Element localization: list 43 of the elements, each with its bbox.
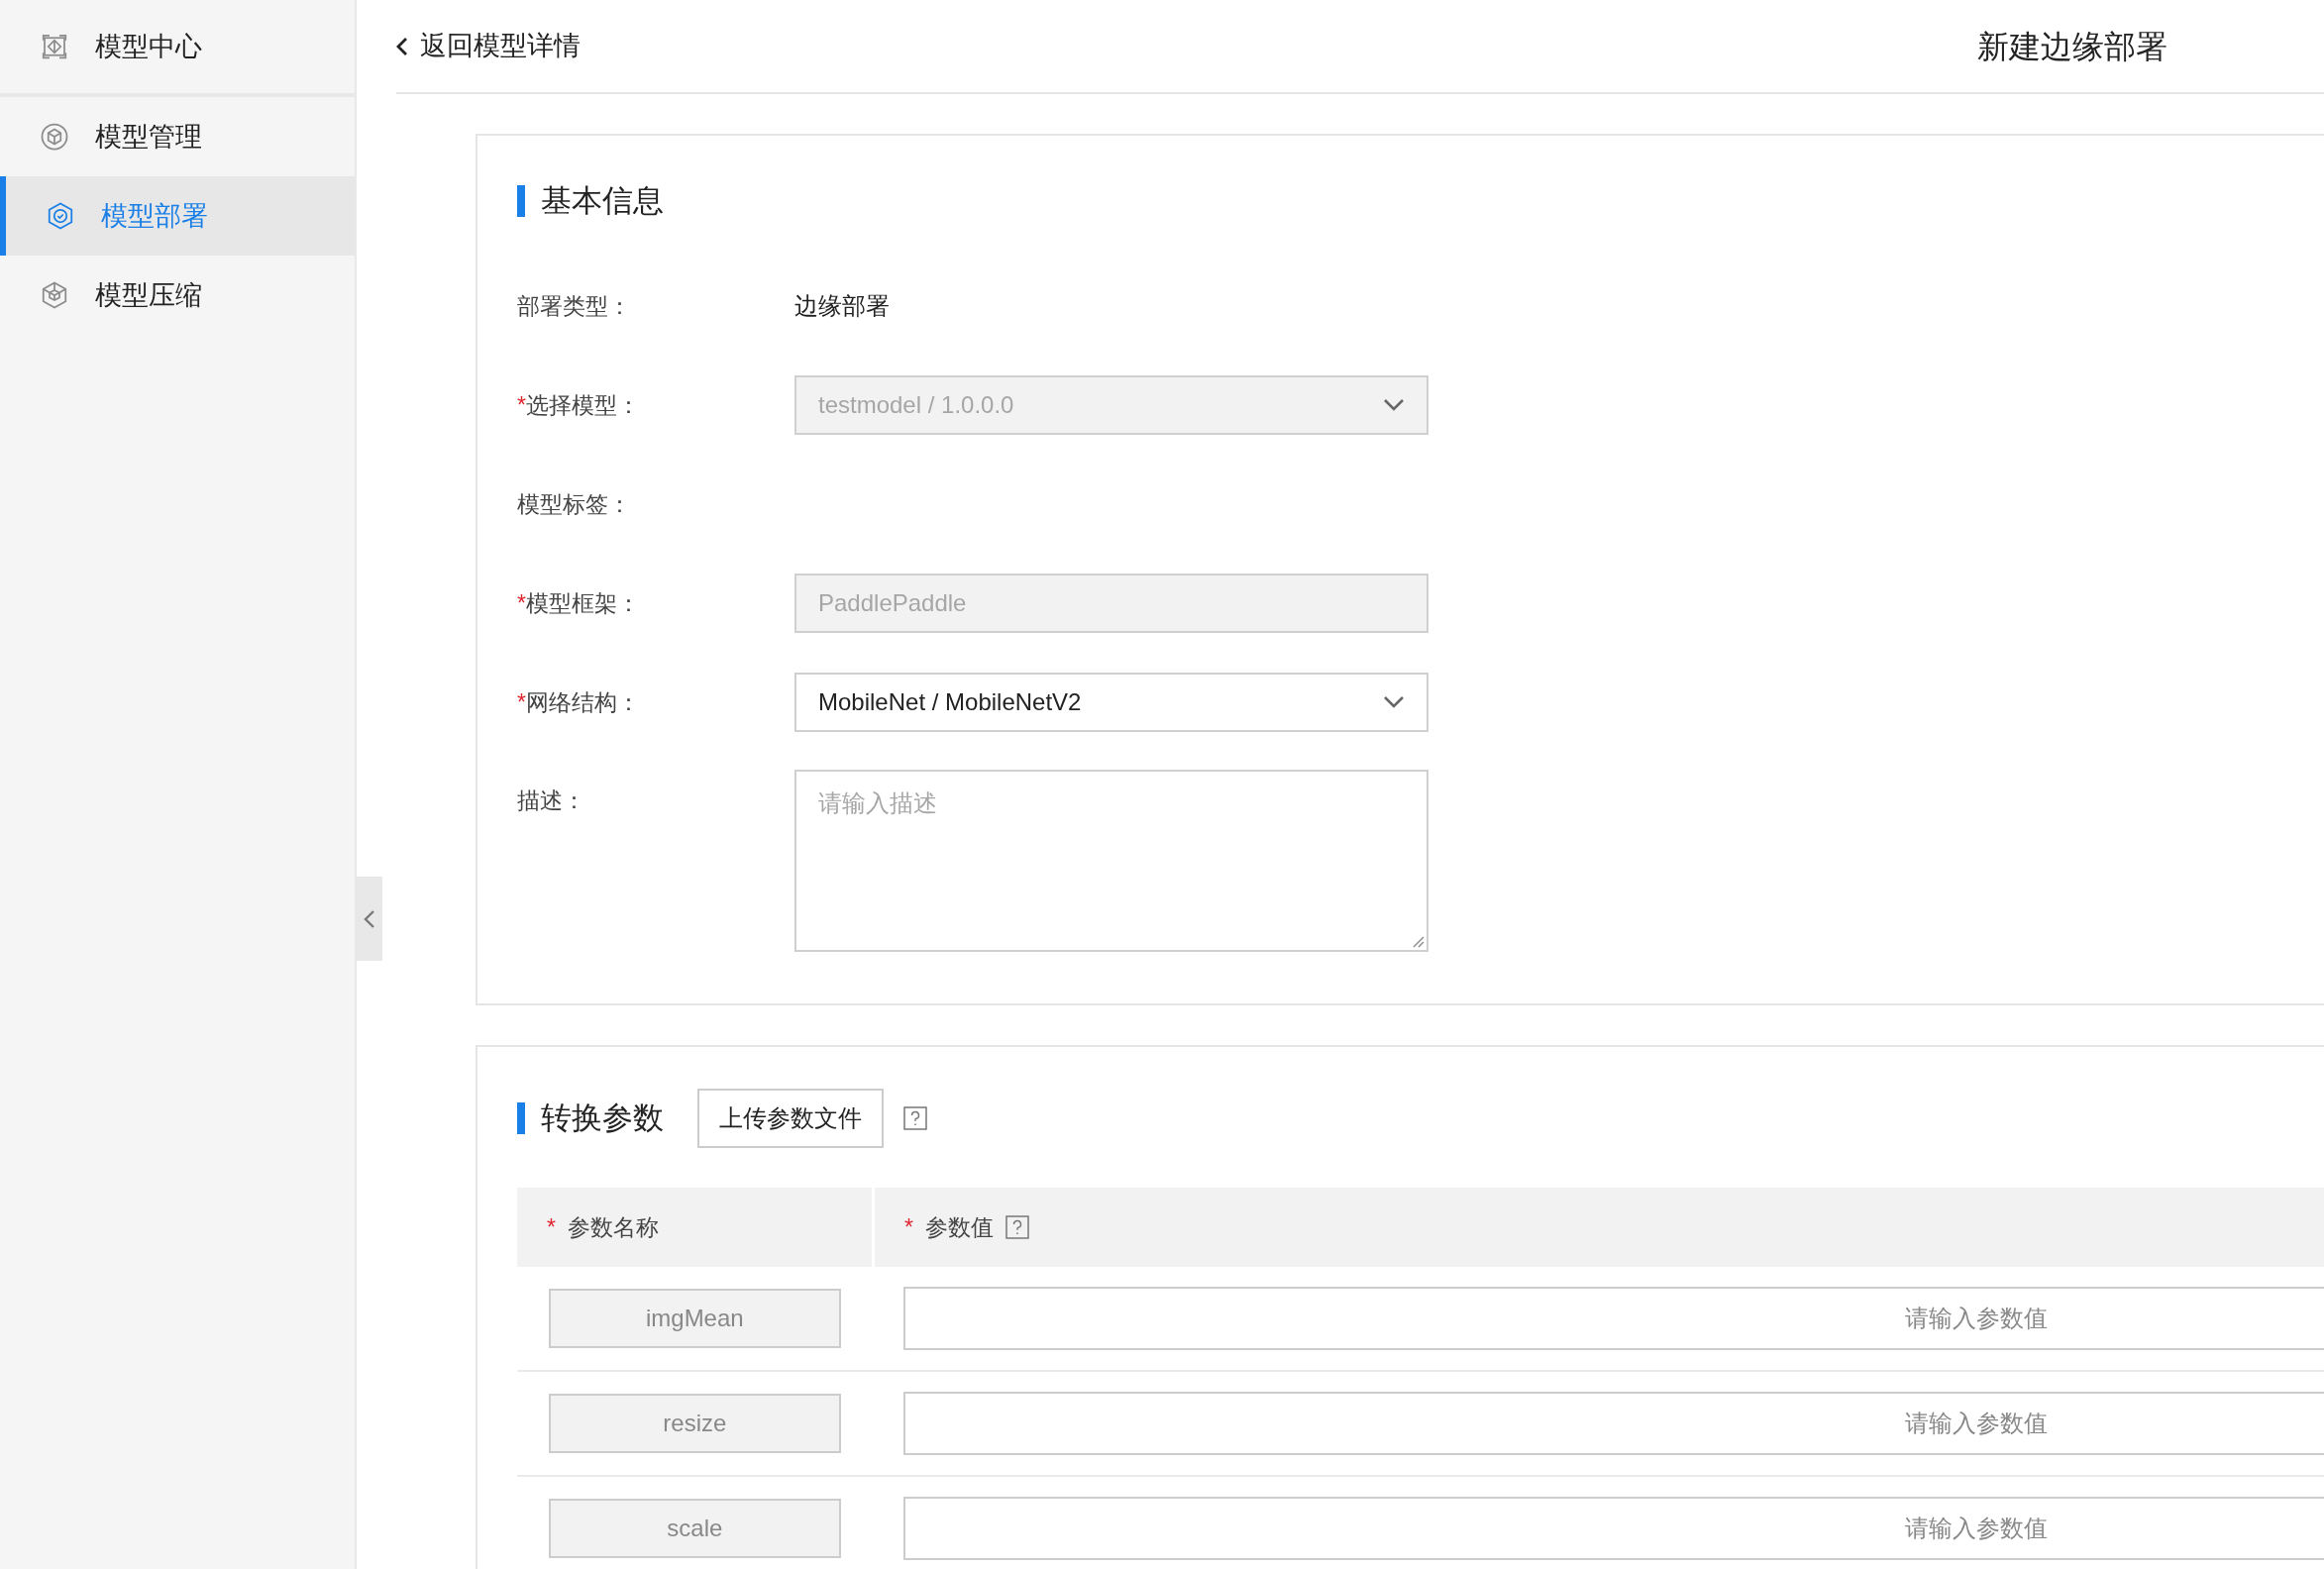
chevron-down-icon (1383, 695, 1405, 709)
back-link[interactable]: 返回模型详情 (396, 26, 581, 66)
field-label: 描述： (517, 786, 585, 815)
field-label: 部署类型： (517, 291, 631, 321)
field-label: 模型标签： (517, 489, 631, 519)
cube-circle-icon (40, 122, 69, 152)
sidebar-item[interactable]: 模型中心 (0, 0, 355, 93)
sidebar-item[interactable]: 模型管理 (0, 97, 355, 176)
hexagon-check-icon (46, 201, 75, 231)
cube-hexagon-icon (40, 280, 69, 310)
field-value: 边缘部署 (794, 291, 890, 321)
diamond-frame-icon (40, 32, 69, 61)
field-label: 选择模型： (525, 390, 640, 420)
resize-handle-icon[interactable] (1411, 934, 1425, 948)
page-title: 新建边缘部署 (1977, 27, 2167, 66)
sidebar-item[interactable]: 模型压缩 (0, 256, 355, 335)
chevron-down-icon (1383, 398, 1405, 412)
chevron-left-icon (396, 36, 408, 56)
parameter-name-field: scale (549, 1499, 841, 1558)
required-mark: * (547, 1212, 556, 1242)
required-mark: * (904, 1212, 913, 1242)
collapse-button[interactable] (356, 877, 382, 961)
help-icon[interactable] (903, 1106, 927, 1130)
section-title: 转换参数 (517, 1102, 664, 1134)
parameter-value-field[interactable]: 请输入参数值 (902, 1497, 2324, 1560)
required-mark: * (517, 687, 526, 717)
upload-button[interactable]: 上传参数文件 (697, 1089, 884, 1148)
parameter-value-field[interactable]: 请输入参数值 (902, 1392, 2324, 1455)
column-label: 参数值 (924, 1212, 994, 1242)
help-icon[interactable] (1004, 1215, 1029, 1239)
column-label: 参数名称 (567, 1212, 659, 1242)
description-field[interactable]: 请输入描述 (794, 770, 1428, 952)
select-field[interactable]: MobileNet / MobileNetV2 (794, 673, 1428, 732)
parameter-name-field: imgMean (549, 1289, 841, 1348)
field-label: 网络结构： (525, 687, 640, 717)
required-mark: * (517, 588, 526, 618)
parameter-name-field: resize (549, 1394, 841, 1453)
chevron-left-icon (363, 908, 375, 929)
field-label: 模型框架： (525, 588, 640, 618)
parameter-value-field[interactable]: 请输入参数值 (902, 1287, 2324, 1350)
sidebar-item[interactable]: 模型部署 (0, 176, 355, 256)
required-mark: * (517, 390, 526, 420)
section-title: 基本信息 (517, 185, 2324, 217)
